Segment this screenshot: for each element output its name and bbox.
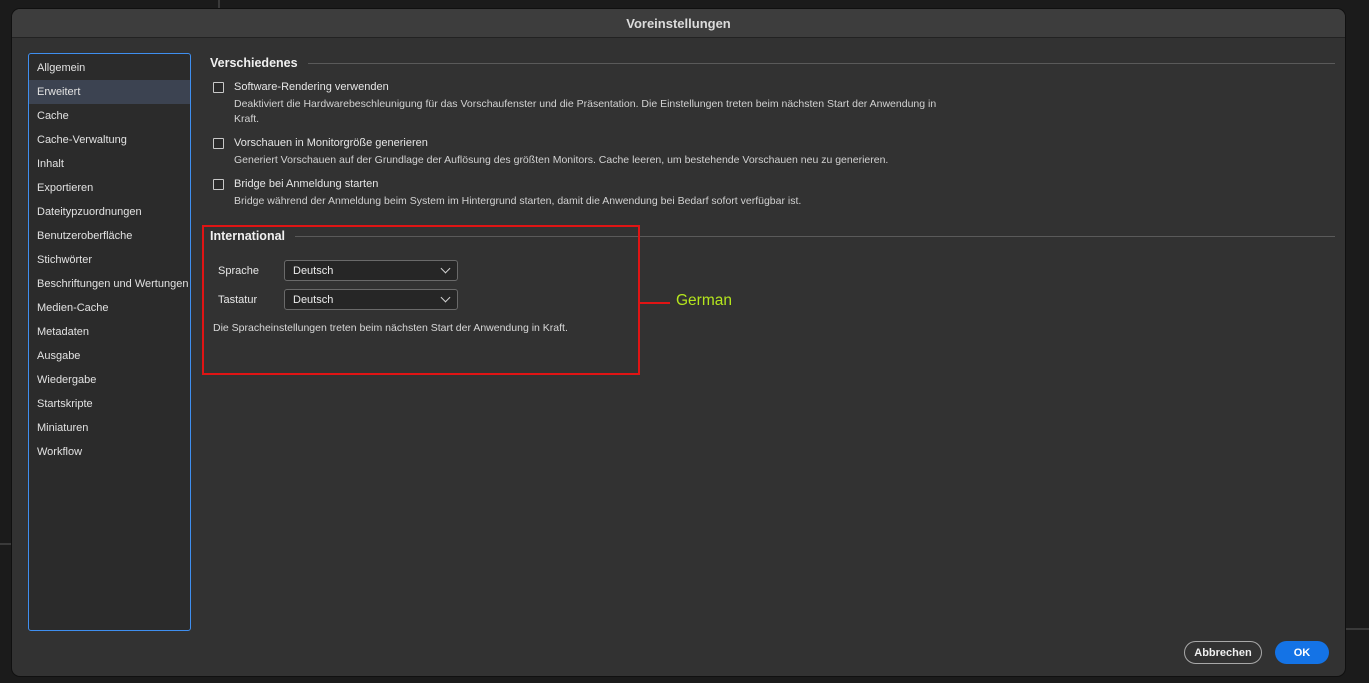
- international-settings: Sprache Deutsch Tastatur Deutsch Die Spr…: [210, 256, 1335, 334]
- sidebar-item-wiedergabe[interactable]: Wiedergabe: [29, 368, 190, 392]
- section-divider: [295, 235, 1335, 237]
- language-restart-note: Die Spracheinstellungen treten beim näch…: [213, 322, 568, 334]
- section-divider: [307, 62, 1335, 64]
- dialog-titlebar[interactable]: Voreinstellungen: [12, 9, 1345, 38]
- sidebar-item-workflow[interactable]: Workflow: [29, 440, 190, 464]
- sidebar-item-medien-cache[interactable]: Medien-Cache: [29, 296, 190, 320]
- tastatur-row: Tastatur Deutsch: [210, 285, 1335, 314]
- annotation-callout-line: [640, 302, 670, 304]
- sidebar-item-beschriftungen[interactable]: Beschriftungen und Wertungen: [29, 272, 190, 296]
- dialog-title: Voreinstellungen: [626, 15, 731, 31]
- sidebar-item-dateitypzuordnungen[interactable]: Dateitypzuordnungen: [29, 200, 190, 224]
- sidebar-item-metadaten[interactable]: Metadaten: [29, 320, 190, 344]
- sidebar-item-inhalt[interactable]: Inhalt: [29, 152, 190, 176]
- option-label[interactable]: Vorschauen in Monitorgröße generieren: [234, 137, 1335, 150]
- sidebar-item-cache-verwaltung[interactable]: Cache-Verwaltung: [29, 128, 190, 152]
- background-divider: [0, 543, 12, 545]
- sidebar-item-allgemein[interactable]: Allgemein: [29, 56, 190, 80]
- tastatur-value: Deutsch: [293, 293, 334, 306]
- option-description: Deaktiviert die Hardwarebeschleunigung f…: [234, 98, 937, 125]
- background-divider: [218, 0, 220, 9]
- sidebar-item-benutzeroberflaeche[interactable]: Benutzeroberfläche: [29, 224, 190, 248]
- option-software-rendering: Software-Rendering verwenden Deaktiviert…: [210, 81, 1335, 127]
- cancel-button[interactable]: Abbrechen: [1184, 641, 1262, 664]
- tastatur-select[interactable]: Deutsch: [284, 289, 458, 310]
- option-description: Generiert Vorschauen auf der Grundlage d…: [234, 154, 889, 166]
- sidebar-item-cache[interactable]: Cache: [29, 104, 190, 128]
- sidebar-item-startskripte[interactable]: Startskripte: [29, 392, 190, 416]
- section-title: Verschiedenes: [210, 56, 298, 70]
- chevron-down-icon: [440, 292, 451, 303]
- option-monitor-previews: Vorschauen in Monitorgröße generieren Ge…: [210, 137, 1335, 168]
- preferences-sidebar: Allgemein Erweitert Cache Cache-Verwaltu…: [28, 53, 191, 631]
- sidebar-item-miniaturen[interactable]: Miniaturen: [29, 416, 190, 440]
- sidebar-item-erweitert[interactable]: Erweitert: [29, 80, 190, 104]
- bridge-login-checkbox[interactable]: [213, 179, 224, 190]
- sprache-value: Deutsch: [293, 264, 334, 277]
- sidebar-item-exportieren[interactable]: Exportieren: [29, 176, 190, 200]
- section-international: International: [210, 226, 1335, 246]
- sprache-row: Sprache Deutsch: [210, 256, 1335, 285]
- sidebar-item-stichwoerter[interactable]: Stichwörter: [29, 248, 190, 272]
- ok-button[interactable]: OK: [1275, 641, 1329, 664]
- section-title: International: [210, 229, 286, 243]
- preferences-content: Verschiedenes Software-Rendering verwend…: [210, 53, 1335, 334]
- option-label[interactable]: Software-Rendering verwenden: [234, 81, 1335, 94]
- option-label[interactable]: Bridge bei Anmeldung starten: [234, 178, 1335, 191]
- tastatur-label: Tastatur: [218, 293, 258, 306]
- annotation-label: German: [676, 292, 732, 309]
- option-description: Bridge während der Anmeldung beim System…: [234, 195, 802, 207]
- preferences-dialog: Voreinstellungen Allgemein Erweitert Cac…: [12, 9, 1345, 676]
- monitor-previews-checkbox[interactable]: [213, 138, 224, 149]
- section-verschiedenes: Verschiedenes: [210, 53, 1335, 73]
- sprache-select[interactable]: Deutsch: [284, 260, 458, 281]
- background-divider: [1345, 628, 1369, 630]
- sprache-label: Sprache: [218, 264, 259, 277]
- software-rendering-checkbox[interactable]: [213, 82, 224, 93]
- option-bridge-login: Bridge bei Anmeldung starten Bridge währ…: [210, 178, 1335, 209]
- chevron-down-icon: [440, 263, 451, 274]
- sidebar-item-ausgabe[interactable]: Ausgabe: [29, 344, 190, 368]
